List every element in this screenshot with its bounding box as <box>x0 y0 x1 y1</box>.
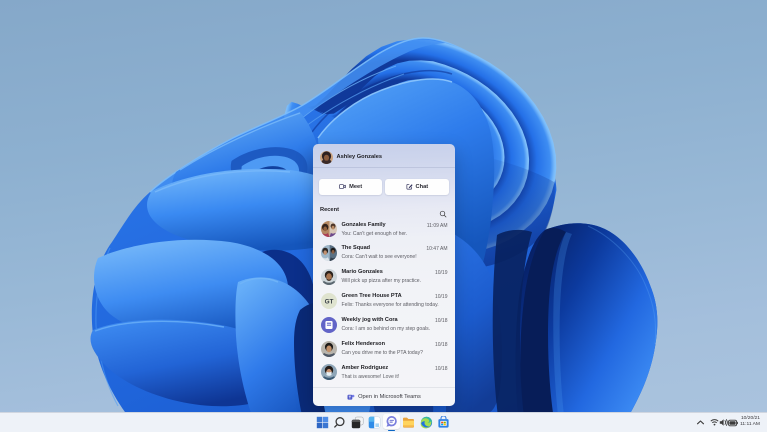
svg-text:GT: GT <box>325 298 334 305</box>
